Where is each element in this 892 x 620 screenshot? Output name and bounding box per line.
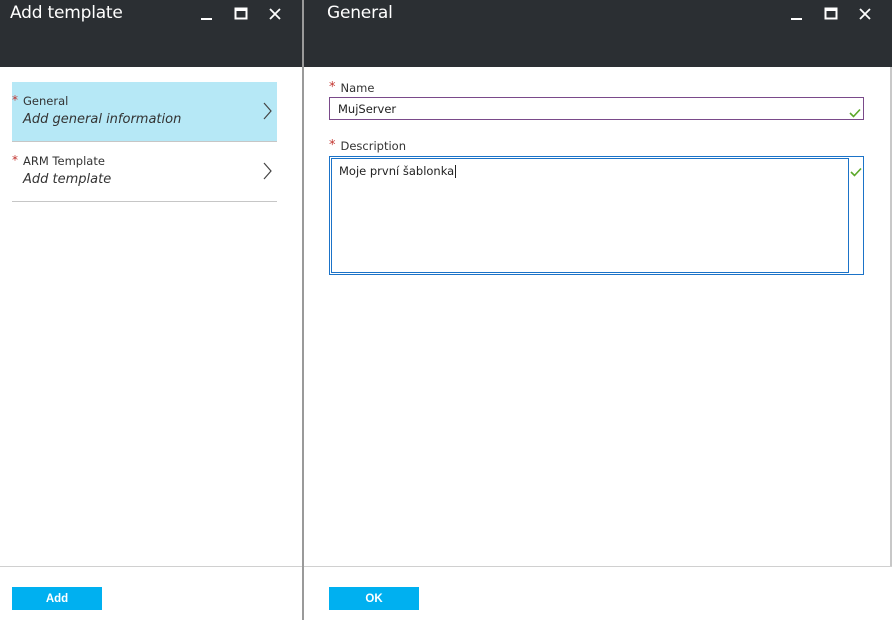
menu-item-general[interactable]: * General Add general information — [12, 82, 277, 142]
text-caret — [455, 165, 457, 178]
required-marker: * — [12, 153, 18, 167]
menu-item-title: ARM Template — [23, 154, 105, 168]
maximize-icon[interactable] — [224, 5, 258, 23]
description-label: Description — [340, 138, 407, 153]
required-marker: * — [329, 80, 336, 95]
menu-item-arm-template[interactable]: * ARM Template Add template — [12, 142, 277, 202]
description-textarea[interactable]: Moje první šablonka — [329, 156, 864, 275]
template-steps-menu: * General Add general information * ARM … — [12, 82, 277, 202]
footer-divider — [304, 566, 892, 567]
name-label-row: * Name — [329, 80, 374, 95]
minimize-icon[interactable] — [190, 5, 224, 23]
add-button[interactable]: Add — [12, 587, 102, 610]
blade-header: General — [304, 0, 892, 67]
blade-title: Add template — [10, 3, 123, 23]
close-icon[interactable] — [848, 5, 882, 23]
check-icon — [849, 103, 861, 122]
ok-button[interactable]: OK — [329, 587, 419, 610]
menu-item-title: General — [23, 94, 69, 108]
blade-header: Add template — [0, 0, 302, 67]
minimize-icon[interactable] — [780, 5, 814, 23]
footer-divider — [0, 566, 302, 567]
general-blade: General * Name MujServer * Description M… — [304, 0, 892, 620]
menu-item-subtitle: Add general information — [23, 112, 182, 127]
window-controls — [780, 5, 882, 23]
blade-title: General — [327, 3, 393, 23]
name-label: Name — [340, 80, 375, 95]
add-template-blade: Add template * General Add general infor… — [0, 0, 302, 620]
check-icon — [850, 162, 862, 181]
menu-item-subtitle: Add template — [23, 172, 112, 187]
maximize-icon[interactable] — [814, 5, 848, 23]
close-icon[interactable] — [258, 5, 292, 23]
required-marker: * — [329, 138, 336, 153]
name-input[interactable]: MujServer — [329, 97, 864, 120]
chevron-right-icon — [263, 162, 273, 184]
window-controls — [190, 5, 292, 23]
description-value: Moje první šablonka — [339, 164, 455, 178]
required-marker: * — [12, 93, 18, 107]
description-text-area[interactable]: Moje první šablonka — [331, 158, 849, 273]
chevron-right-icon — [263, 102, 273, 124]
description-label-row: * Description — [329, 138, 406, 153]
